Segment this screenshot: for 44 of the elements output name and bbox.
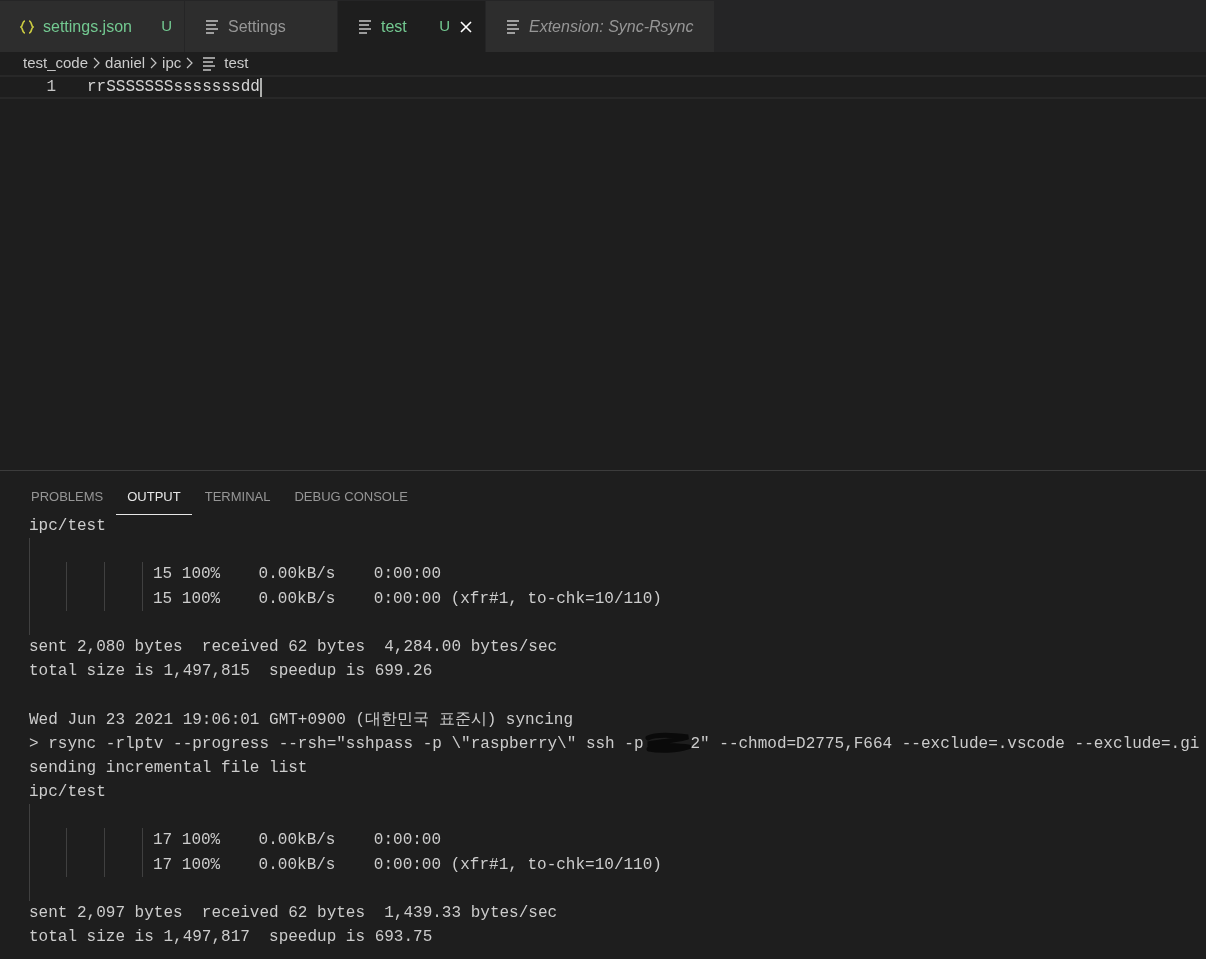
lines-icon [506, 19, 520, 34]
code-text: rrSSSSSSSsssssssdd [87, 77, 260, 98]
breadcrumb-item[interactable]: daniel [105, 51, 146, 75]
text-cursor [259, 77, 262, 97]
lines-icon [358, 19, 372, 34]
chevron-icon [92, 57, 102, 69]
close-icon[interactable] [459, 19, 473, 34]
tab-label: Settings [228, 16, 286, 37]
editor-tab[interactable]: Settings [185, 1, 337, 52]
braces-icon [20, 19, 34, 34]
output-line: 2" --chmod=D2775,F664 --exclude=.vscode --exclude=.gi [690, 733, 1200, 755]
output-line: 17 100% 0.00kB/s 0:00:00 (xfr#1, to-chk=10/110) [153, 854, 662, 876]
chevron-icon [185, 57, 195, 69]
output-line: total size is 1,497,817 speedup is 693.75 [29, 928, 433, 947]
output-line: 15 100% 0.00kB/s 0:00:00 (xfr#1, to-chk=10/110) [153, 588, 662, 610]
editor-tab[interactable]: Extension: Sync-Rsync [486, 1, 714, 52]
tab-label: settings.json [43, 16, 132, 37]
line-number: 1 [45, 77, 56, 98]
lines-icon [202, 55, 217, 71]
output-line: ipc/test [29, 783, 106, 802]
output-line: sent 2,097 bytes received 62 bytes 1,439.33 bytes/sec [29, 904, 558, 922]
panel-tab[interactable]: PROBLEMS [20, 486, 115, 515]
output-line: Wed Jun 23 2021 19:06:01 GMT+0900 (대한민국 표준시) syncing [29, 710, 574, 729]
breadcrumb-item[interactable]: test_code [23, 51, 89, 75]
chevron-icon [149, 57, 159, 69]
modified-indicator: U [161, 16, 172, 37]
output-line: sent 2,080 bytes received 62 bytes 4,284.00 bytes/sec [29, 637, 558, 656]
editor-tab[interactable]: settings.json U [0, 1, 184, 52]
editor-tab[interactable]: test U [338, 1, 485, 52]
output-line: ipc/test [29, 517, 106, 535]
breadcrumb-item[interactable]: test [224, 51, 249, 75]
output-line: 17 100% 0.00kB/s 0:00:00 [153, 830, 442, 852]
panel-tab[interactable]: TERMINAL [193, 486, 282, 515]
output-line: total size is 1,497,815 speedup is 699.26 [29, 662, 433, 681]
tab-label: Extension: Sync-Rsync [529, 16, 694, 37]
output-line: 15 100% 0.00kB/s 0:00:00 [153, 564, 442, 586]
tab-label: test [381, 16, 407, 37]
panel-tab[interactable]: DEBUG CONSOLE [283, 486, 419, 515]
output-line: sending incremental file list [29, 758, 308, 777]
modified-indicator: U [439, 16, 450, 37]
output-line: > rsync -rlptv --progress --rsh="sshpass -p \"raspberry\" ssh -p [29, 733, 644, 755]
lines-icon [205, 19, 219, 34]
panel-tab[interactable]: OUTPUT [116, 486, 192, 515]
breadcrumb-item[interactable]: ipc [162, 51, 182, 75]
